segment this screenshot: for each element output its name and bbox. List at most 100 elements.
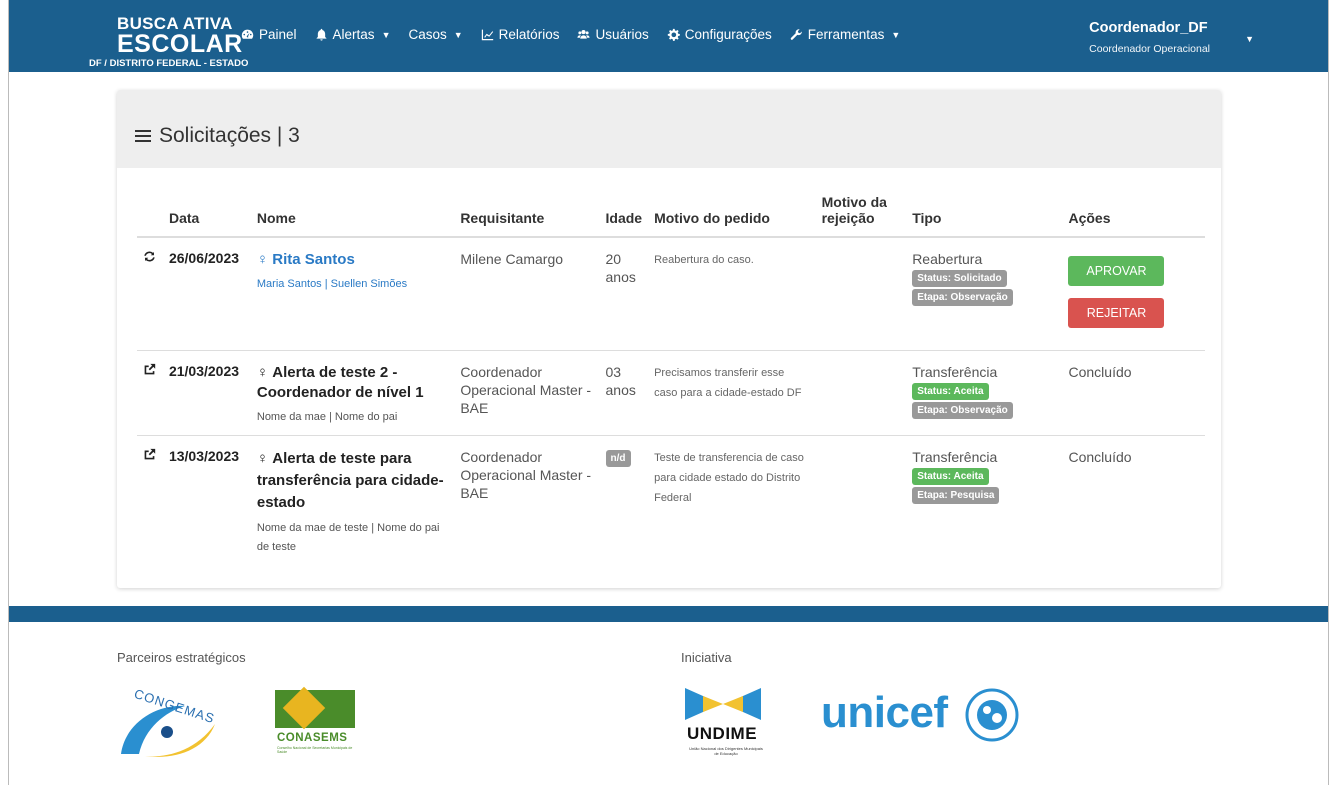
requests-panel: Solicitações | 3 Data Nome Requisitante … [117, 90, 1221, 588]
unicef-text: unicef [821, 688, 948, 737]
brand-line3: DF / DISTRITO FEDERAL - ESTADO [89, 58, 249, 69]
undime-text: UNDIME [687, 724, 758, 743]
female-icon: ♀ [256, 449, 273, 467]
caret-down-icon: ▼ [453, 29, 463, 40]
row-requester: Coordenador Operacional Master - BAE [454, 350, 600, 436]
user-name: Coordenador_DF [1089, 20, 1208, 36]
row-name-link[interactable]: ♀ Alerta de teste para transferência par… [257, 448, 448, 514]
row-concluded: Concluído [1062, 350, 1205, 436]
row-reason: Reabertura do caso. [648, 237, 816, 351]
status-badge: Status: Aceita [912, 467, 989, 485]
user-menu[interactable]: Coordenador_DF Coordenador Operacional ▼ [1089, 20, 1254, 55]
caret-down-icon: ▼ [1245, 34, 1255, 44]
row-parents[interactable]: Maria Santos | Suellen Simões [257, 275, 448, 294]
nav-configuracoes-label: Configurações [684, 27, 772, 42]
row-name-link[interactable]: ♀ Rita Santos [257, 250, 448, 270]
row-requester: Coordenador Operacional Master - BAE [460, 448, 592, 501]
table-row: 13/03/2023 ♀ Alerta de teste para transf… [137, 435, 1205, 565]
unicef-emblem [965, 688, 1019, 742]
nav-relatorios[interactable]: Relatórios [481, 27, 560, 42]
female-icon: ♀ [256, 363, 273, 381]
col-nome[interactable]: Nome [250, 190, 455, 238]
app-frame: BUSCA ATIVA ESCOLAR DF / DISTRITO FEDERA… [8, 0, 1329, 785]
page-title-text: Solicitações | 3 [159, 124, 300, 147]
age-badge: n/d [605, 449, 631, 467]
row-date: 21/03/2023 [162, 350, 251, 436]
reject-button[interactable]: REJEITAR [1068, 298, 1165, 328]
row-reason: Teste de transferencia de caso para cida… [654, 451, 804, 504]
row-rejection [815, 237, 907, 351]
col-icon [137, 190, 163, 238]
nav-ferramentas-label: Ferramentas [807, 27, 885, 42]
main-nav: Painel Alertas ▼ Casos ▼ Relatórios Usuá… [241, 27, 918, 42]
stage-badge: Etapa: Observação [912, 401, 1013, 419]
brand-line2: ESCOLAR [117, 30, 243, 58]
conasems-subtext: Conselho Nacional de Secretarias Municip… [277, 746, 353, 754]
undime-logo[interactable]: UNDIME União Nacional dos Dirigentes Mun… [681, 686, 765, 762]
stage-badge: Etapa: Pesquisa [912, 486, 1000, 504]
row-type: Transferência [912, 363, 998, 380]
col-idade[interactable]: Idade [599, 190, 649, 238]
col-tipo[interactable]: Tipo [906, 190, 1063, 238]
row-name: Alerta de teste para transferência para … [256, 449, 444, 511]
col-rejeicao[interactable]: Motivo da rejeição [815, 190, 907, 238]
page-title: Solicitações | 3 [135, 124, 300, 148]
list-icon [135, 130, 151, 142]
nav-relatorios-label: Relatórios [498, 27, 560, 42]
approve-button[interactable]: APROVAR [1068, 256, 1165, 286]
col-requisitante[interactable]: Requisitante [454, 190, 600, 238]
row-parents: Nome da mae de teste | Nome do pai de te… [256, 521, 440, 553]
col-motivo[interactable]: Motivo do pedido [648, 190, 816, 238]
nav-painel[interactable]: Painel [241, 27, 297, 42]
initiative-label: Iniciativa [681, 650, 732, 665]
female-icon: ♀ [256, 251, 273, 268]
top-navbar: BUSCA ATIVA ESCOLAR DF / DISTRITO FEDERA… [9, 0, 1328, 72]
footer-bar [9, 606, 1328, 622]
row-type: Reabertura [912, 251, 983, 267]
status-badge: Status: Aceita [912, 382, 989, 400]
nav-painel-label: Painel [259, 27, 297, 42]
congemas-logo[interactable]: CONGEMAS [115, 684, 221, 758]
panel-header: Solicitações | 3 [117, 90, 1221, 168]
nav-ferramentas[interactable]: Ferramentas ▼ [790, 27, 900, 42]
wrench-icon [790, 29, 802, 40]
row-date: 26/06/2023 [162, 237, 251, 351]
nav-configuracoes[interactable]: Configurações [667, 27, 772, 42]
row-name: Rita Santos [272, 251, 355, 268]
nav-usuarios-label: Usuários [595, 27, 649, 42]
dashboard-icon [241, 29, 254, 39]
gear-icon [667, 28, 680, 41]
row-rejection [816, 435, 907, 565]
col-acoes: Ações [1062, 190, 1205, 238]
col-data[interactable]: Data [162, 190, 251, 238]
undime-emblem [685, 688, 761, 720]
nav-casos-label: Casos [408, 27, 447, 42]
refresh-icon [144, 251, 155, 262]
row-reason: Precisamos transferir esse caso para a c… [648, 350, 816, 436]
row-requester: Milene Camargo [454, 237, 600, 351]
nav-casos[interactable]: Casos ▼ [408, 27, 462, 42]
row-name-link[interactable]: ♀ Alerta de teste 2 - Coordenador de nív… [257, 363, 448, 403]
unicef-logo[interactable]: unicef [821, 688, 1041, 748]
row-age: 20 anos [599, 237, 649, 351]
users-icon [577, 30, 591, 39]
table-row: 21/03/2023 ♀ Alerta de teste 2 - Coorden… [137, 350, 1205, 436]
row-type: Transferência [912, 448, 998, 465]
row-age: 03 anos [599, 350, 649, 436]
row-rejection [815, 350, 907, 436]
share-icon [144, 448, 156, 459]
conasems-text: CONASEMS [277, 732, 348, 744]
caret-down-icon: ▼ [891, 29, 901, 40]
user-role: Coordenador Operacional [1089, 43, 1210, 55]
nav-usuarios[interactable]: Usuários [577, 27, 649, 42]
row-parents: Nome da mae | Nome do pai [256, 410, 398, 423]
conasems-logo[interactable]: CONASEMS Conselho Nacional de Secretaria… [275, 686, 365, 760]
row-concluded: Concluído [1068, 448, 1132, 465]
bell-icon [316, 28, 326, 41]
partners-label: Parceiros estratégicos [117, 650, 246, 665]
share-icon [144, 363, 156, 374]
nav-alertas-label: Alertas [332, 27, 375, 42]
nav-alertas[interactable]: Alertas ▼ [315, 27, 390, 42]
row-date: 13/03/2023 [168, 447, 240, 464]
table-row: 26/06/2023 ♀ Rita Santos Maria Santos | … [137, 237, 1205, 351]
